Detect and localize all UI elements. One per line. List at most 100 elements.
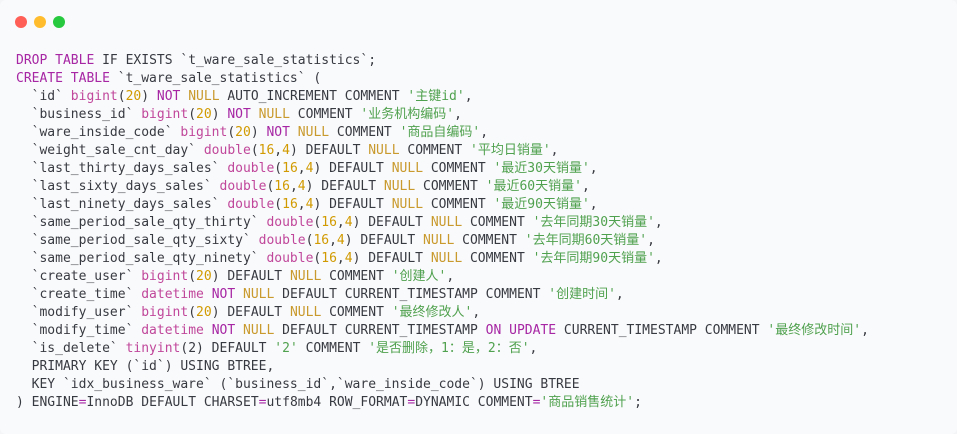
code-token: '最终修改人' [391,305,473,320]
code-token: 4 [282,143,290,158]
code-token: double [258,233,306,248]
code-token: NULL [258,107,290,122]
code-token: ) [211,107,228,122]
code-token: NOT [266,125,290,140]
code-line: `create_time` datetime NOT NULL DEFAULT … [16,286,869,304]
code-token: , [550,143,559,158]
code-token: '最终修改时间' [767,323,862,338]
code-line: `weight_sale_cnt_day` double(16,4) DEFAU… [16,142,869,160]
code-token: ) [250,125,267,140]
code-token: NULL [289,269,322,284]
maximize-icon[interactable] [53,16,65,28]
code-token: COMMENT [289,107,361,122]
code-token: ) DEFAULT [289,143,369,158]
code-token: , [329,233,337,248]
code-token: double [266,251,314,266]
code-token: , [274,143,283,158]
code-token: `create_user` [16,269,142,284]
code-token: bigint [141,305,189,320]
code-token: `t_ware_sale_statistics` ( [109,71,322,86]
code-line: ) ENGINE=InnoDB DEFAULT CHARSET=utf8mb4 … [16,394,869,412]
code-token: double [227,161,275,176]
sql-code-block: DROP TABLE IF EXISTS `t_ware_sale_statis… [16,52,869,412]
code-token: 20 [196,107,212,122]
code-token: '商品自编码' [399,125,481,140]
code-token: DROP TABLE [16,53,95,68]
code-token: COMMENT [462,251,533,266]
code-token: `weight_sale_cnt_day` [16,143,204,158]
code-line: KEY `idx_business_ware` (`business_id`,`… [16,376,869,394]
code-token: , [581,179,590,194]
code-token: , [654,215,663,230]
code-token: ) DEFAULT [305,179,384,194]
code-token: `business_id` [16,107,142,122]
code-token: 16 [258,143,275,158]
code-token: ) DEFAULT [352,215,431,230]
code-token: , [297,197,306,212]
code-token: bigint [141,269,189,284]
code-token: ) DEFAULT [313,197,392,212]
code-token: `modify_time` [16,323,142,338]
code-token: double [203,143,251,158]
code-token: ) DEFAULT [211,305,290,320]
code-token: COMMENT [399,143,470,158]
code-token: datetime [141,287,204,302]
code-line: `is_delete` tinyint(2) DEFAULT '2' COMME… [16,340,869,358]
code-token: '平均日销量' [470,143,551,158]
code-token: ) DEFAULT [211,269,290,284]
code-token: '是否删除，1：是，2：否' [368,341,530,356]
code-token: ( [274,161,283,176]
code-token: 20 [196,269,212,284]
code-token: ) DEFAULT [313,161,392,176]
code-token: NOT [211,323,236,338]
code-token: NOT [156,89,181,104]
code-token: NULL [391,197,424,212]
code-token: NULL [297,125,330,140]
code-token: `last_thirty_days_sales` [16,161,228,176]
code-token: 4 [336,233,345,248]
code-token: NULL [423,233,455,248]
code-token: NULL [289,305,322,320]
code-token: COMMENT [423,161,494,176]
code-line: CREATE TABLE `t_ware_sale_statistics` ( [16,70,869,88]
code-line: `id` bigint(20) NOT NULL AUTO_INCREMENT … [16,88,869,106]
code-token: 4 [297,179,306,194]
code-line: `business_id` bigint(20) NOT NULL COMMEN… [16,106,869,124]
code-token: 4 [344,251,353,266]
code-token: , [615,287,624,302]
code-line: `modify_time` datetime NOT NULL DEFAULT … [16,322,869,340]
close-icon[interactable] [15,16,27,28]
code-token: 16 [321,215,337,230]
code-token: , [647,233,655,248]
code-token: ) [141,89,157,104]
code-token: COMMENT [321,269,392,284]
code-token: 16 [282,197,298,212]
code-token: '商品销售统计' [540,395,635,410]
code-token: ( [188,305,197,320]
code-token: , [861,323,869,338]
code-token: 20 [235,125,251,140]
code-token: IF EXISTS `t_ware_sale_statistics`; [94,53,377,68]
code-token: NULL [430,251,463,266]
code-token: KEY `idx_business_ware` (`business_id`,`… [16,377,580,392]
code-token: '去年同期30天销量' [532,215,655,230]
code-token: NOT [227,107,251,122]
code-token: double [266,215,314,230]
code-token: '主键id' [407,89,465,104]
code-token: double [227,197,275,212]
code-token: 16 [321,251,337,266]
code-token: ) ENGINE [16,395,79,410]
code-token: NULL [383,179,416,194]
code-token: AUTO_INCREMENT COMMENT [219,89,408,104]
code-token: bigint [70,89,118,104]
code-token: NULL [430,215,463,230]
code-token: , [446,269,455,284]
code-token: '业务机构编码' [360,107,455,122]
code-token: '创建时间' [548,287,616,302]
minimize-icon[interactable] [34,16,46,28]
code-token: , [654,251,663,266]
